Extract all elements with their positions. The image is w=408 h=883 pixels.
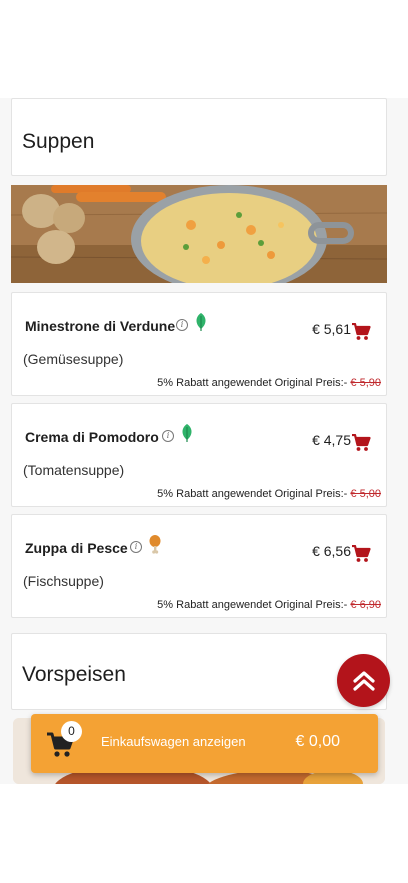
- discount-note: 5% Rabatt angewendet Original Preis:- € …: [157, 377, 381, 389]
- chicken-leg-icon: [149, 535, 161, 554]
- info-icon[interactable]: i: [162, 430, 174, 442]
- leaf-icon: [196, 313, 206, 331]
- section-header-suppen: Suppen: [11, 98, 387, 176]
- scroll-to-top-button[interactable]: [337, 654, 390, 707]
- original-price: € 6,90: [350, 599, 381, 611]
- info-icon[interactable]: i: [130, 541, 142, 553]
- double-chevron-up-icon: [352, 670, 375, 691]
- item-name: Minestrone di Verdune: [25, 318, 176, 334]
- discount-note: 5% Rabatt angewendet Original Preis:- € …: [157, 599, 381, 611]
- section-header-vorspeisen: Vorspeisen: [11, 633, 387, 710]
- cart-label: Einkaufswagen anzeigen: [101, 734, 246, 749]
- menu-item-card[interactable]: Minestrone di Verdune i € 5,61 (Gemüsesu…: [11, 292, 387, 396]
- item-description: (Gemüsesuppe): [23, 351, 124, 367]
- soup-banner-image: [11, 185, 387, 283]
- cart-total: € 0,00: [295, 733, 340, 750]
- item-description: (Tomatensuppe): [23, 462, 125, 478]
- info-icon[interactable]: i: [176, 319, 188, 331]
- section-title: Suppen: [22, 130, 95, 153]
- original-price: € 5,90: [350, 377, 381, 389]
- item-description: (Fischsuppe): [23, 573, 104, 589]
- view-cart-button[interactable]: 0 Einkaufswagen anzeigen € 0,00: [31, 714, 378, 773]
- item-name: Crema di Pomodoro: [25, 429, 159, 445]
- menu-item-card[interactable]: Zuppa di Pesce i € 6,56 (Fischsuppe) 5% …: [11, 514, 387, 618]
- discount-note: 5% Rabatt angewendet Original Preis:- € …: [157, 488, 381, 500]
- section-title: Vorspeisen: [22, 663, 126, 686]
- original-price: € 5,00: [350, 488, 381, 500]
- add-to-cart-icon[interactable]: [351, 434, 371, 452]
- item-price: € 5,61: [312, 321, 351, 337]
- leaf-icon: [182, 424, 192, 442]
- add-to-cart-icon[interactable]: [351, 323, 371, 341]
- item-name: Zuppa di Pesce: [25, 540, 128, 556]
- add-to-cart-icon[interactable]: [351, 545, 371, 563]
- item-price: € 4,75: [312, 432, 351, 448]
- menu-item-card[interactable]: Crema di Pomodoro i € 4,75 (Tomatensuppe…: [11, 403, 387, 507]
- cart-count-badge: 0: [61, 721, 82, 742]
- item-price: € 6,56: [312, 543, 351, 559]
